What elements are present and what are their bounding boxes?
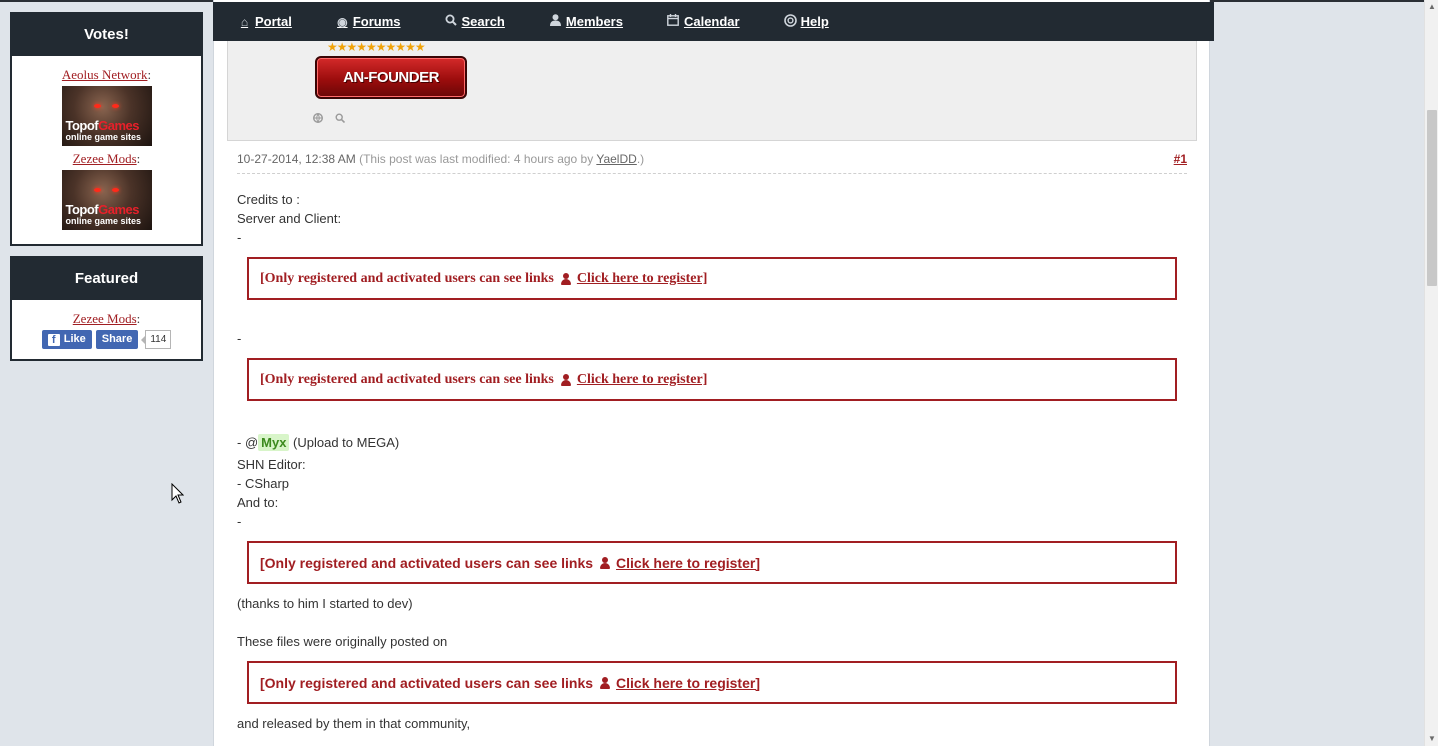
topofgames-banner[interactable]: TopofGames online game sites bbox=[61, 86, 152, 146]
text-server-client: Server and Client: bbox=[237, 211, 342, 226]
hidden-link-box: [Only registered and activated users can… bbox=[247, 661, 1177, 704]
nav-search[interactable]: Search bbox=[445, 14, 505, 29]
top-navbar: ⌂ Portal ◉ Forums Search Members Calenda… bbox=[213, 2, 1214, 41]
find-posts-icon[interactable] bbox=[335, 113, 346, 126]
user-mention-myx[interactable]: Myx bbox=[258, 434, 290, 451]
facebook-share-button[interactable]: Share bbox=[95, 330, 139, 349]
text-dash: - bbox=[237, 331, 242, 346]
topofgames-banner-2[interactable]: TopofGames online game sites bbox=[61, 170, 152, 230]
hidden-link-box: [Only registered and activated users can… bbox=[247, 541, 1177, 584]
vote-link-zezee-mods[interactable]: Zezee Mods bbox=[73, 151, 137, 166]
post-author-block: ★★★★★★★★★★ AN-FOUNDER bbox=[227, 40, 1197, 141]
search-icon bbox=[445, 14, 458, 29]
text-shn-editor: SHN Editor: bbox=[237, 457, 306, 472]
user-icon bbox=[600, 676, 611, 689]
text-mention-line: - @ Myx (Upload to MEGA) bbox=[237, 434, 400, 451]
register-link[interactable]: Click here to register] bbox=[616, 675, 760, 691]
hidden-link-box: [Only registered and activated users can… bbox=[247, 358, 1177, 401]
post-meta: 10-27-2014, 12:38 AM (This post was last… bbox=[237, 152, 1187, 174]
calendar-icon bbox=[667, 14, 680, 29]
nav-portal[interactable]: ⌂ Portal bbox=[238, 14, 292, 29]
register-link[interactable]: Click here to register] bbox=[577, 372, 708, 388]
user-icon bbox=[560, 272, 571, 285]
lifebuoy-icon bbox=[783, 13, 797, 30]
featured-link-zezee-mods[interactable]: Zezee Mods bbox=[73, 311, 137, 326]
user-icon bbox=[560, 373, 571, 386]
user-icon bbox=[600, 556, 611, 569]
text-thanks: (thanks to him I started to dev) bbox=[237, 596, 413, 611]
vertical-scrollbar[interactable]: ▲ ▼ bbox=[1424, 0, 1438, 746]
rank-stars: ★★★★★★★★★★ bbox=[327, 40, 426, 54]
user-icon bbox=[549, 14, 562, 29]
text-released: and released by them in that community, bbox=[237, 716, 471, 731]
facebook-like-button[interactable]: f Like bbox=[41, 330, 92, 349]
home-icon: ⌂ bbox=[240, 14, 249, 29]
nav-members[interactable]: Members bbox=[549, 14, 623, 29]
rank-badge: AN-FOUNDER bbox=[315, 56, 467, 99]
scroll-down-arrow-icon[interactable]: ▼ bbox=[1425, 732, 1438, 746]
text-csharp: - CSharp bbox=[237, 476, 290, 491]
post-date: 10-27-2014, 12:38 AM bbox=[237, 152, 356, 166]
nav-calendar[interactable]: Calendar bbox=[667, 14, 740, 29]
votes-panel: Votes! Aeolus Network: TopofGames online… bbox=[10, 12, 203, 246]
facebook-icon: f bbox=[47, 333, 60, 346]
text-dash: - bbox=[237, 514, 242, 529]
share-count: 114 bbox=[141, 330, 172, 349]
scroll-thumb[interactable] bbox=[1427, 110, 1437, 286]
vote-link-aeolus-network[interactable]: Aeolus Network bbox=[62, 67, 148, 82]
register-link[interactable]: Click here to register] bbox=[616, 555, 760, 571]
editor-link[interactable]: YaelDD bbox=[596, 152, 636, 166]
votes-title: Votes! bbox=[12, 14, 201, 56]
website-icon[interactable] bbox=[312, 112, 324, 126]
globe-icon: ◉ bbox=[337, 14, 348, 29]
text-files-origin: These files were originally posted on bbox=[237, 634, 448, 649]
featured-panel: Featured Zezee Mods: f Like Share 114 bbox=[10, 256, 203, 361]
nav-help[interactable]: Help bbox=[783, 13, 829, 30]
post-number-link[interactable]: #1 bbox=[1174, 152, 1187, 166]
register-link[interactable]: Click here to register] bbox=[577, 271, 708, 287]
text-and-to: And to: bbox=[237, 495, 279, 510]
featured-title: Featured bbox=[12, 258, 201, 300]
scroll-up-arrow-icon[interactable]: ▲ bbox=[1425, 0, 1438, 14]
text-credits: Credits to : bbox=[237, 192, 300, 207]
mouse-cursor-icon bbox=[171, 483, 184, 504]
edit-note: (This post was last modified: 4 hours ag… bbox=[359, 152, 645, 166]
text-dash: - bbox=[237, 230, 242, 245]
nav-forums[interactable]: ◉ Forums bbox=[336, 14, 400, 29]
hidden-link-box: [Only registered and activated users can… bbox=[247, 257, 1177, 300]
